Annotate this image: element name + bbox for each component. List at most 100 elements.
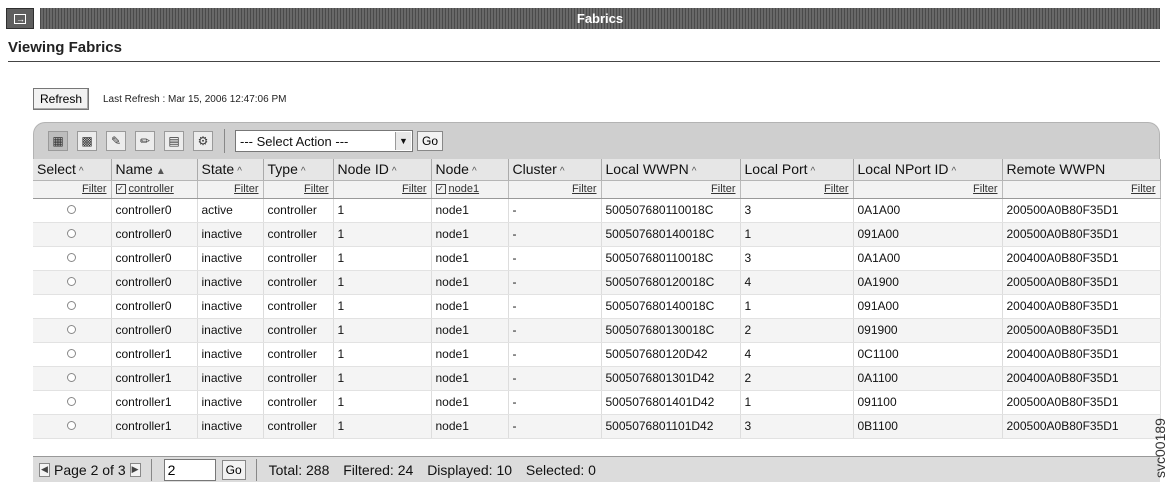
sort-icon[interactable]: ^ xyxy=(237,166,242,177)
select-all-icon[interactable]: ▦ xyxy=(48,131,68,151)
sort-icon[interactable]: ^ xyxy=(79,166,84,177)
action-go-button[interactable]: Go xyxy=(417,131,444,151)
column-header[interactable]: Name ▲ xyxy=(111,159,198,181)
table-cell: 0A1A00 xyxy=(853,246,1003,271)
row-select-radio[interactable] xyxy=(67,349,77,358)
sort-icon[interactable]: ^ xyxy=(392,166,397,177)
table-cell: 5005076801301D42 xyxy=(601,366,741,391)
chevron-down-icon[interactable]: ▼ xyxy=(395,132,411,150)
filter-checkbox[interactable]: ✓ xyxy=(115,184,126,195)
sort-icon[interactable]: ▲ xyxy=(156,166,166,177)
column-header[interactable]: Cluster ^ xyxy=(508,159,602,181)
deselect-all-icon[interactable]: ▩ xyxy=(77,131,97,151)
previous-page-icon[interactable]: ◀ xyxy=(39,462,50,477)
row-select-radio[interactable] xyxy=(67,397,77,406)
sort-icon[interactable]: ^ xyxy=(692,166,697,177)
column-header[interactable]: State ^ xyxy=(197,159,264,181)
column-header-label: Node ID xyxy=(337,161,389,178)
table-cell: 0A1900 xyxy=(853,270,1003,295)
row-select-radio[interactable] xyxy=(67,325,77,334)
filter-cell: ✓ controller xyxy=(111,180,198,199)
row-select-radio[interactable] xyxy=(67,277,77,286)
refresh-button[interactable]: Refresh xyxy=(33,88,90,110)
select-action-dropdown[interactable]: --- Select Action --- ▼ xyxy=(235,130,413,152)
sort-icon[interactable]: ^ xyxy=(301,166,306,177)
table-cell: 2 xyxy=(740,366,854,391)
filter-link[interactable]: Filter xyxy=(304,183,328,195)
page-number-input[interactable] xyxy=(163,458,216,481)
column-header[interactable]: Local NPort ID ^ xyxy=(853,159,1003,181)
column-header[interactable]: Remote WWPN xyxy=(1002,159,1161,181)
table-cell: - xyxy=(508,318,602,343)
next-page-icon[interactable]: ▶ xyxy=(129,462,141,477)
sort-icon[interactable]: ^ xyxy=(472,166,477,177)
edit-sort-icon[interactable]: ✎ xyxy=(106,131,126,151)
restore-window-icon[interactable] xyxy=(6,8,34,29)
sort-icon[interactable]: ^ xyxy=(952,166,957,177)
table-cell: inactive xyxy=(197,222,264,247)
column-header[interactable]: Node ID ^ xyxy=(333,159,432,181)
clear-sort-icon[interactable]: ✏ xyxy=(135,131,155,151)
column-header[interactable]: Local Port ^ xyxy=(740,159,854,181)
row-select-radio[interactable] xyxy=(67,421,77,430)
table-cell: 091A00 xyxy=(853,222,1003,247)
row-select-radio[interactable] xyxy=(67,301,77,310)
edit-filter-icon[interactable]: ▤ xyxy=(164,131,184,151)
sort-icon[interactable]: ^ xyxy=(811,166,816,177)
row-select-radio[interactable] xyxy=(67,373,77,382)
table-cell: 1 xyxy=(333,414,432,439)
table-cell: controller0 xyxy=(111,294,198,319)
filter-checkbox[interactable]: ✓ xyxy=(435,184,446,195)
filter-link[interactable]: Filter xyxy=(572,183,596,195)
column-header[interactable]: Local WWPN ^ xyxy=(601,159,741,181)
table-cell: 200500A0B80F35D1 xyxy=(1002,270,1161,295)
column-header[interactable]: Node ^ xyxy=(431,159,509,181)
select-cell xyxy=(33,390,112,415)
table-cell: node1 xyxy=(431,342,509,367)
table-row[interactable]: controller1 inactive controller 1 node1-5005… xyxy=(33,390,1161,415)
table-row[interactable]: controller1 inactive controller 1 node1-5005… xyxy=(33,414,1161,439)
table-row[interactable]: controller0 inactive controller 1 node1-5005… xyxy=(33,222,1161,247)
row-select-radio[interactable] xyxy=(67,253,77,262)
row-select-radio[interactable] xyxy=(67,205,77,214)
table-cell: 200400A0B80F35D1 xyxy=(1002,246,1161,271)
last-refresh-text: Last Refresh : Mar 15, 2006 12:47:06 PM xyxy=(103,94,287,105)
table-cell: 091100 xyxy=(853,390,1003,415)
table-row[interactable]: controller1 inactive controller 1 node1-5005… xyxy=(33,366,1161,391)
table-cell: 500507680140018C xyxy=(601,222,741,247)
filter-link[interactable]: Filter xyxy=(1131,183,1155,195)
table-cell: 500507680110018C xyxy=(601,246,741,271)
column-header[interactable]: Select ^ xyxy=(33,159,112,181)
column-header-label: Node xyxy=(435,161,469,178)
table-row[interactable]: controller0 active controller 1 node1-500507… xyxy=(33,198,1161,223)
table-row[interactable]: controller0 inactive controller 1 node1-5005… xyxy=(33,270,1161,295)
row-select-radio[interactable] xyxy=(67,229,77,238)
table-cell: 1 xyxy=(333,270,432,295)
filter-link[interactable]: node1 xyxy=(449,183,480,195)
page-go-button[interactable]: Go xyxy=(221,459,246,480)
table-cell: - xyxy=(508,414,602,439)
table-row[interactable]: controller0 inactive controller 1 node1-5005… xyxy=(33,246,1161,271)
table-row[interactable]: controller0 inactive controller 1 node1-5005… xyxy=(33,294,1161,319)
filter-link[interactable]: Filter xyxy=(973,183,997,195)
sort-icon[interactable]: ^ xyxy=(560,166,565,177)
table-cell: 1 xyxy=(333,390,432,415)
table-row[interactable]: controller0 inactive controller 1 node1-5005… xyxy=(33,318,1161,343)
filter-cell: Filter xyxy=(508,180,602,199)
settings-icon[interactable]: ⚙ xyxy=(193,131,213,151)
filter-link[interactable]: Filter xyxy=(82,183,106,195)
column-header-label: State xyxy=(201,161,235,178)
table-row[interactable]: controller1 inactive controller 1 node1-5005… xyxy=(33,342,1161,367)
table-cell: inactive xyxy=(197,270,264,295)
table-cell: node1 xyxy=(431,270,509,295)
pager-separator xyxy=(255,458,257,481)
table-cell: node1 xyxy=(431,222,509,247)
table-cell: inactive xyxy=(197,318,264,343)
filter-link[interactable]: controller xyxy=(129,183,174,195)
filter-link[interactable]: Filter xyxy=(824,183,848,195)
filter-link[interactable]: Filter xyxy=(711,183,735,195)
table-cell: 200400A0B80F35D1 xyxy=(1002,294,1161,319)
filter-link[interactable]: Filter xyxy=(402,183,426,195)
filter-link[interactable]: Filter xyxy=(234,183,258,195)
column-header[interactable]: Type ^ xyxy=(263,159,334,181)
